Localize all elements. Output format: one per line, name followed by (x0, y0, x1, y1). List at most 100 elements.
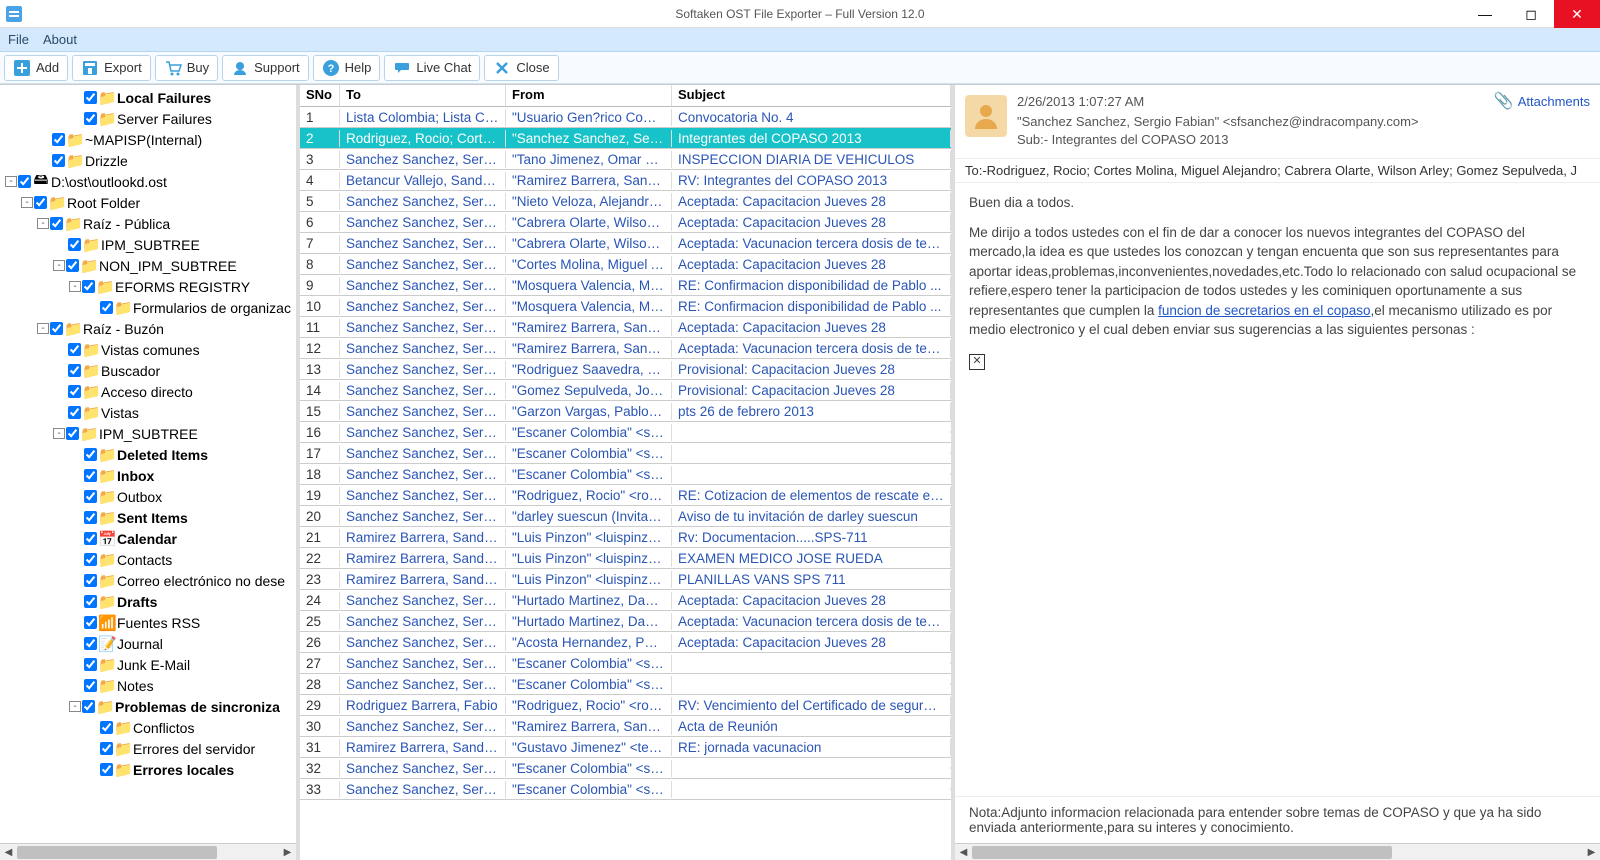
expander-icon[interactable]: - (37, 218, 49, 229)
scroll-left-icon[interactable]: ◀ (0, 844, 17, 860)
tree-checkbox[interactable] (100, 301, 113, 314)
table-row[interactable]: 11Sanchez Sanchez, Sergio F..."Ramirez B… (300, 317, 951, 338)
tree-checkbox[interactable] (68, 238, 81, 251)
tree-checkbox[interactable] (84, 511, 97, 524)
tree-item[interactable]: 📁Sent Items (4, 507, 296, 528)
tree-item[interactable]: 📁Vistas comunes (4, 339, 296, 360)
table-row[interactable]: 6Sanchez Sanchez, Sergio F..."Cabrera Ol… (300, 212, 951, 233)
tree-checkbox[interactable] (66, 259, 79, 272)
tree-item[interactable]: 📅Calendar (4, 528, 296, 549)
tree-item[interactable]: 📁Buscador (4, 360, 296, 381)
expander-icon[interactable]: - (37, 323, 49, 334)
tree-checkbox[interactable] (84, 679, 97, 692)
tree-item[interactable]: 📝Journal (4, 633, 296, 654)
expander-icon[interactable]: - (5, 176, 17, 187)
tree-checkbox[interactable] (84, 490, 97, 503)
maximize-button[interactable]: ◻ (1508, 0, 1554, 28)
expander-icon[interactable]: - (53, 260, 65, 271)
tree-item[interactable]: 📶Fuentes RSS (4, 612, 296, 633)
tree-scrollbar[interactable]: ◀ ▶ (0, 843, 296, 860)
tree-item[interactable]: 📁Errores locales (4, 759, 296, 780)
tree-item[interactable]: 📁Vistas (4, 402, 296, 423)
tree-checkbox[interactable] (100, 721, 113, 734)
tree-item[interactable]: 📁Drafts (4, 591, 296, 612)
table-row[interactable]: 13Sanchez Sanchez, Sergio F..."Rodriguez… (300, 359, 951, 380)
table-row[interactable]: 22Ramirez Barrera, Sandra ..."Luis Pinzo… (300, 548, 951, 569)
table-row[interactable]: 15Sanchez Sanchez, Sergio F..."Garzon Va… (300, 401, 951, 422)
tree-checkbox[interactable] (34, 196, 47, 209)
close-window-button[interactable]: ✕ (1554, 0, 1600, 28)
table-row[interactable]: 12Sanchez Sanchez, Sergio F..."Ramirez B… (300, 338, 951, 359)
table-row[interactable]: 27Sanchez Sanchez, Sergio F..."Escaner C… (300, 653, 951, 674)
tree-checkbox[interactable] (68, 406, 81, 419)
tree-item[interactable]: -📁IPM_SUBTREE (4, 423, 296, 444)
table-row[interactable]: 32Sanchez Sanchez, Sergio F..."Escaner C… (300, 758, 951, 779)
menu-about[interactable]: About (43, 32, 77, 47)
livechat-button[interactable]: Live Chat (384, 55, 480, 81)
scroll-left-icon[interactable]: ◀ (955, 844, 972, 860)
tree-item[interactable]: 📁Errores del servidor (4, 738, 296, 759)
tree-checkbox[interactable] (100, 742, 113, 755)
table-row[interactable]: 29Rodriguez Barrera, Fabio"Rodriguez, Ro… (300, 695, 951, 716)
tree-checkbox[interactable] (68, 343, 81, 356)
header-from[interactable]: From (506, 85, 672, 106)
expander-icon[interactable]: - (53, 428, 65, 439)
tree-checkbox[interactable] (84, 532, 97, 545)
add-button[interactable]: Add (4, 55, 68, 81)
tree-item[interactable]: -📁Raíz - Buzón (4, 318, 296, 339)
attachments-link[interactable]: Attachments (1518, 94, 1590, 109)
support-button[interactable]: Support (222, 55, 309, 81)
table-row[interactable]: 24Sanchez Sanchez, Sergio F..."Hurtado M… (300, 590, 951, 611)
body-link[interactable]: funcion de secretarios en el copaso (1158, 303, 1370, 318)
expander-icon[interactable]: - (69, 281, 81, 292)
tree-checkbox[interactable] (68, 364, 81, 377)
tree-item[interactable]: 📁Outbox (4, 486, 296, 507)
header-to[interactable]: To (340, 85, 506, 106)
tree-item[interactable]: 📁IPM_SUBTREE (4, 234, 296, 255)
tree-checkbox[interactable] (84, 637, 97, 650)
table-row[interactable]: 20Sanchez Sanchez, Sergio F..."darley su… (300, 506, 951, 527)
table-row[interactable]: 5Sanchez Sanchez, Sergio F..."Nieto Velo… (300, 191, 951, 212)
tree-checkbox[interactable] (50, 322, 63, 335)
table-row[interactable]: 28Sanchez Sanchez, Sergio F..."Escaner C… (300, 674, 951, 695)
table-row[interactable]: 25Sanchez Sanchez, Sergio F..."Hurtado M… (300, 611, 951, 632)
tree-checkbox[interactable] (84, 616, 97, 629)
menu-file[interactable]: File (8, 32, 29, 47)
table-row[interactable]: 4Betancur Vallejo, Sandra ..."Ramirez Ba… (300, 170, 951, 191)
tree-item[interactable]: 📁Local Failures (4, 87, 296, 108)
tree-item[interactable]: -📁Problemas de sincroniza (4, 696, 296, 717)
tree-item[interactable]: -📁Raíz - Pública (4, 213, 296, 234)
grid-body[interactable]: 1Lista Colombia; Lista Colo..."Usuario G… (300, 107, 951, 860)
table-row[interactable]: 8Sanchez Sanchez, Sergio F..."Cortes Mol… (300, 254, 951, 275)
tree-checkbox[interactable] (52, 133, 65, 146)
folder-tree[interactable]: 📁Local Failures📁Server Failures📁~MAPISP(… (0, 85, 296, 843)
table-row[interactable]: 16Sanchez Sanchez, Sergio F..."Escaner C… (300, 422, 951, 443)
tree-checkbox[interactable] (84, 469, 97, 482)
help-button[interactable]: ? Help (313, 55, 381, 81)
tree-checkbox[interactable] (84, 91, 97, 104)
tree-checkbox[interactable] (82, 700, 95, 713)
table-row[interactable]: 21Ramirez Barrera, Sandra ..."Luis Pinzo… (300, 527, 951, 548)
tree-checkbox[interactable] (50, 217, 63, 230)
tree-item[interactable]: 📁Correo electrónico no dese (4, 570, 296, 591)
table-row[interactable]: 1Lista Colombia; Lista Colo..."Usuario G… (300, 107, 951, 128)
table-row[interactable]: 10Sanchez Sanchez, Sergio F..."Mosquera … (300, 296, 951, 317)
close-button[interactable]: Close (484, 55, 558, 81)
expander-icon[interactable]: - (21, 197, 33, 208)
tree-checkbox[interactable] (52, 154, 65, 167)
tree-item[interactable]: 📁Server Failures (4, 108, 296, 129)
tree-checkbox[interactable] (66, 427, 79, 440)
scroll-right-icon[interactable]: ▶ (279, 844, 296, 860)
buy-button[interactable]: Buy (155, 55, 218, 81)
expander-icon[interactable]: - (69, 701, 81, 712)
table-row[interactable]: 19Sanchez Sanchez, Sergio F..."Rodriguez… (300, 485, 951, 506)
table-row[interactable]: 26Sanchez Sanchez, Sergio F..."Acosta He… (300, 632, 951, 653)
tree-checkbox[interactable] (84, 574, 97, 587)
tree-item[interactable]: 📁~MAPISP(Internal) (4, 129, 296, 150)
tree-item[interactable]: 📁Acceso directo (4, 381, 296, 402)
tree-item[interactable]: 📁Drizzle (4, 150, 296, 171)
tree-item[interactable]: -📁Root Folder (4, 192, 296, 213)
tree-checkbox[interactable] (84, 553, 97, 566)
table-row[interactable]: 2Rodriguez, Rocio; Cortes ..."Sanchez Sa… (300, 128, 951, 149)
tree-checkbox[interactable] (84, 658, 97, 671)
